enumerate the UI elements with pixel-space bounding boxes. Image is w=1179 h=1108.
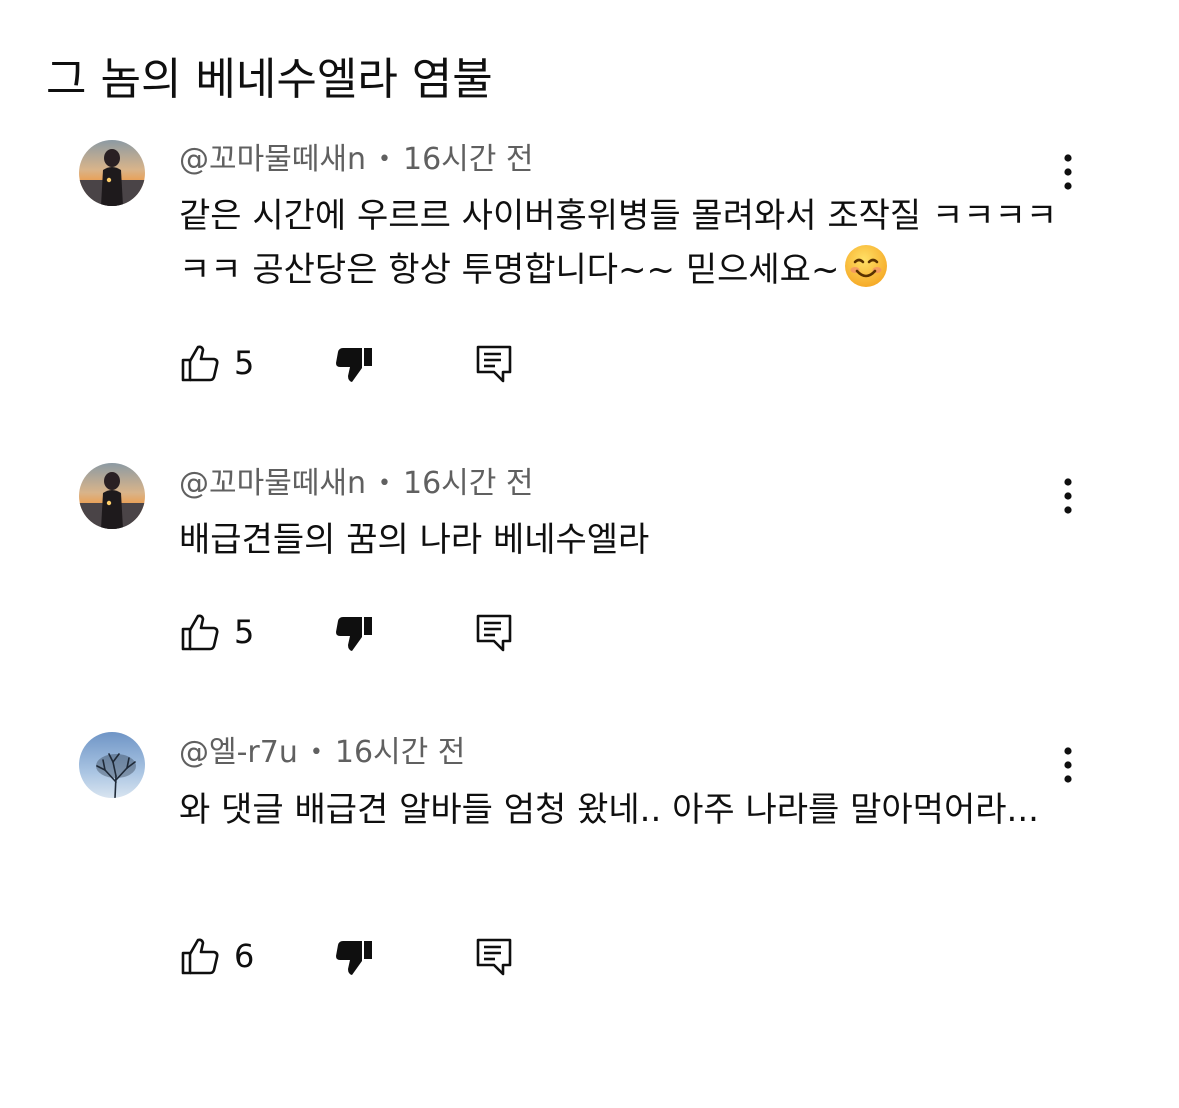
more-vert-icon[interactable] bbox=[1052, 743, 1084, 787]
thumbs-up-icon[interactable] bbox=[179, 611, 221, 653]
comment-header: @엘-r7u • 16시간 전 bbox=[179, 733, 465, 773]
reply-icon[interactable] bbox=[473, 611, 515, 653]
comment-header: @꼬마물떼새n • 16시간 전 bbox=[179, 140, 534, 180]
timestamp[interactable]: 16시간 전 bbox=[403, 466, 534, 501]
more-vert-icon[interactable] bbox=[1052, 474, 1084, 518]
author-name[interactable]: @꼬마물떼새n bbox=[179, 466, 366, 501]
comment-actions: 5 bbox=[179, 611, 539, 655]
comment-text-content: 같은 시간에 우르르 사이버홍위병들 몰려와서 조작질 ㅋㅋㅋㅋㅋㅋ 공산당은 … bbox=[179, 196, 1058, 290]
thumbs-down-icon[interactable] bbox=[333, 613, 375, 655]
thumbs-up-icon[interactable] bbox=[179, 342, 221, 384]
thumbs-up-icon[interactable] bbox=[179, 935, 221, 977]
separator-dot: • bbox=[309, 740, 323, 765]
avatar[interactable] bbox=[79, 463, 145, 529]
comment-text: 배급견들의 꿈의 나라 베네수엘라 bbox=[179, 520, 650, 560]
like-count: 5 bbox=[234, 613, 255, 651]
author-name[interactable]: @엘-r7u bbox=[179, 735, 298, 770]
like-count: 5 bbox=[234, 344, 255, 382]
thumbs-down-icon[interactable] bbox=[333, 344, 375, 386]
separator-dot: • bbox=[378, 147, 391, 172]
reply-icon[interactable] bbox=[473, 342, 515, 384]
separator-dot: • bbox=[378, 471, 391, 496]
thumbs-down-icon[interactable] bbox=[333, 937, 375, 979]
parent-comment-text: 그 놈의 베네수엘라 염불 bbox=[46, 54, 493, 105]
like-count: 6 bbox=[234, 937, 255, 975]
author-name[interactable]: @꼬마물떼새n bbox=[179, 142, 366, 177]
comment-actions: 6 bbox=[179, 935, 539, 979]
avatar[interactable] bbox=[79, 732, 145, 798]
comment-text: 같은 시간에 우르르 사이버홍위병들 몰려와서 조작질 ㅋㅋㅋㅋㅋㅋ 공산당은 … bbox=[179, 189, 1059, 297]
timestamp[interactable]: 16시간 전 bbox=[335, 735, 466, 770]
timestamp[interactable]: 16시간 전 bbox=[403, 142, 534, 177]
avatar[interactable] bbox=[79, 140, 145, 206]
comment-header: @꼬마물떼새n • 16시간 전 bbox=[179, 464, 534, 504]
more-vert-icon[interactable] bbox=[1052, 150, 1084, 194]
reply-icon[interactable] bbox=[473, 935, 515, 977]
comment-text: 와 댓글 배급견 알바들 엄청 왔네.. 아주 나라를 말아먹어라... bbox=[179, 790, 1039, 830]
comment-actions: 5 bbox=[179, 342, 539, 386]
smiling-face-icon bbox=[843, 243, 889, 289]
